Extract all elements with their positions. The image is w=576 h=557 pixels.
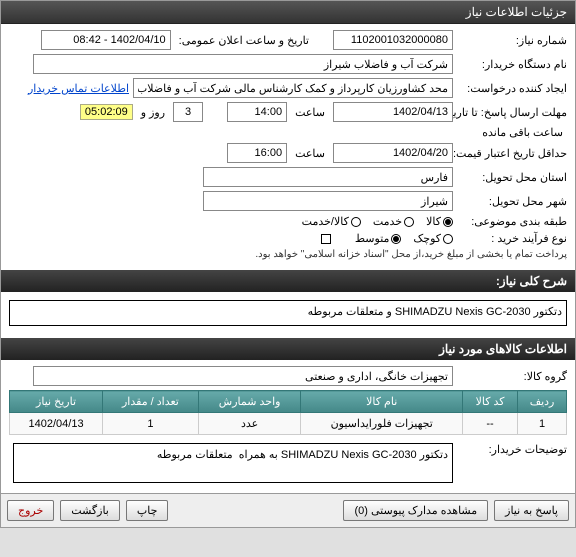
form-area: شماره نیاز: تاریخ و ساعت اعلان عمومی: نا… (1, 24, 575, 270)
buyer-label: نام دستگاه خریدار: (457, 58, 567, 71)
radio-icon (391, 234, 401, 244)
city-label: شهر محل تحویل: (457, 195, 567, 208)
days-remain-input[interactable] (173, 102, 203, 122)
back-button[interactable]: بازگشت (60, 500, 120, 521)
deadline-time-input[interactable] (227, 102, 287, 122)
th-name: نام کالا (301, 391, 463, 413)
radio-icon (351, 217, 361, 227)
buyer-notes-textarea[interactable] (13, 443, 453, 483)
cell-date: 1402/04/13 (10, 413, 103, 435)
radio-icon (443, 217, 453, 227)
deadline-send-label: مهلت ارسال پاسخ: تا تاریخ: (457, 106, 567, 119)
th-code: کد کالا (463, 391, 518, 413)
cat-goods-radio[interactable]: کالا (426, 215, 453, 228)
cat-goods-service-radio[interactable]: کالا/خدمت (302, 215, 361, 228)
exit-button[interactable]: خروج (7, 500, 54, 521)
creator-label: ایجاد کننده درخواست: (457, 82, 567, 95)
goods-info-header: اطلاعات کالاهای مورد نیاز (1, 338, 575, 360)
payment-note: پرداخت تمام یا بخشی از مبلغ خرید،از محل … (255, 249, 567, 260)
payment-check[interactable] (321, 234, 331, 244)
th-idx: ردیف (518, 391, 567, 413)
print-button[interactable]: چاپ (126, 500, 169, 521)
items-table: ردیف کد کالا نام کالا واحد شمارش تعداد /… (9, 390, 567, 435)
general-desc-header: شرح کلی نیاز: (1, 270, 575, 292)
proc-small-radio[interactable]: کوچک (413, 232, 453, 245)
goods-group-input[interactable] (33, 366, 453, 386)
th-qty: تعداد / مقدار (103, 391, 199, 413)
th-date: تاریخ نیاز (10, 391, 103, 413)
attachments-button[interactable]: مشاهده مدارک پیوستی (0) (343, 500, 488, 521)
validity-time-input[interactable] (227, 143, 287, 163)
cell-idx: 1 (518, 413, 567, 435)
days-remain-label: روز و (141, 106, 165, 119)
creator-input[interactable] (133, 78, 453, 98)
province-input[interactable] (203, 167, 453, 187)
deadline-date-input[interactable] (333, 102, 453, 122)
goods-group-label: گروه کالا: (457, 370, 567, 383)
province-label: استان محل تحویل: (457, 171, 567, 184)
checkbox-icon (321, 234, 331, 244)
proc-medium-radio[interactable]: متوسط (355, 232, 402, 245)
cat-service-radio[interactable]: خدمت (373, 215, 414, 228)
cell-qty: 1 (103, 413, 199, 435)
cell-unit: عدد (198, 413, 301, 435)
cell-code: -- (463, 413, 518, 435)
details-panel: جزئیات اطلاعات نیاز شماره نیاز: تاریخ و … (0, 0, 576, 528)
cell-name: تجهیزات فلورایداسیون (301, 413, 463, 435)
category-label: طبقه بندی موضوعی: (457, 215, 567, 228)
time-label-1: ساعت (295, 106, 325, 119)
validity-label: حداقل تاریخ اعتبار قیمت: تا تاریخ: (457, 147, 567, 160)
need-no-input[interactable] (333, 30, 453, 50)
validity-date-input[interactable] (333, 143, 453, 163)
need-no-label: شماره نیاز: (457, 34, 567, 47)
footer-bar: پاسخ به نیاز مشاهده مدارک پیوستی (0) چاپ… (1, 493, 575, 527)
countdown-value: 05:02:09 (80, 104, 133, 120)
process-label: نوع فرآیند خرید : (457, 232, 567, 245)
table-row[interactable]: 1 -- تجهیزات فلورایداسیون عدد 1 1402/04/… (10, 413, 567, 435)
announce-input[interactable] (41, 30, 171, 50)
countdown-label: ساعت باقی مانده (482, 126, 563, 139)
reply-button[interactable]: پاسخ به نیاز (494, 500, 569, 521)
buyer-notes-label: توضیحات خریدار: (457, 443, 567, 456)
buyer-input[interactable] (33, 54, 453, 74)
general-desc-value: دتکتور SHIMADZU Nexis GC-2030 و متعلقات … (9, 300, 567, 326)
th-unit: واحد شمارش (198, 391, 301, 413)
radio-icon (404, 217, 414, 227)
contact-buyer-link[interactable]: اطلاعات تماس خریدار (28, 82, 129, 95)
announce-label: تاریخ و ساعت اعلان عمومی: (179, 34, 309, 47)
panel-title: جزئیات اطلاعات نیاز (1, 1, 575, 24)
city-input[interactable] (203, 191, 453, 211)
time-label-2: ساعت (295, 147, 325, 160)
radio-icon (443, 234, 453, 244)
